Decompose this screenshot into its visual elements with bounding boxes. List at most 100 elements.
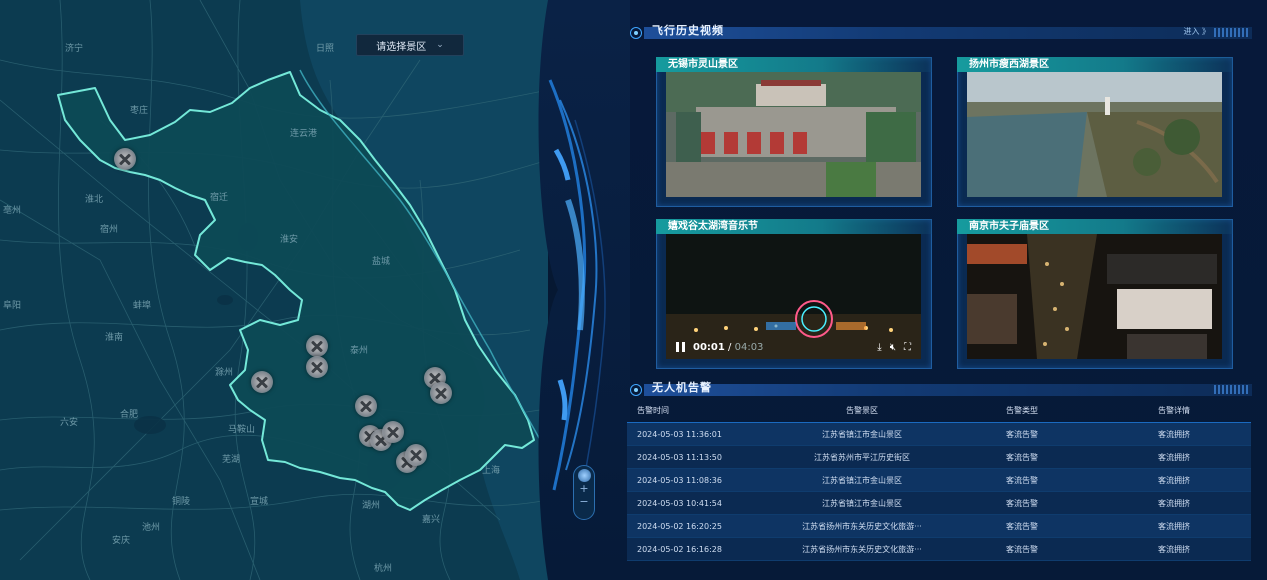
video-card-shouxihu[interactable]: 扬州市瘦西湖景区 xyxy=(957,57,1233,207)
map-city-label: 马鞍山 xyxy=(228,425,256,435)
drone-marker-icon[interactable] xyxy=(430,382,452,404)
drone-marker-icon[interactable] xyxy=(355,395,377,417)
table-row[interactable]: 2024-05-03 11:13:50 江苏省苏州市平江历史街区 客流告警 客流… xyxy=(627,446,1251,469)
column-header: 告警时间 xyxy=(637,405,669,415)
alert-time: 2024-05-03 11:36:01 xyxy=(637,429,722,439)
alert-table: 告警时间 告警景区 告警类型 告警详情 2024-05-03 11:36:01 … xyxy=(627,401,1251,561)
table-row[interactable]: 2024-05-03 10:41:54 江苏省镇江市金山景区 客流告警 客流拥挤 xyxy=(627,492,1251,515)
map-city-label: 宿迁 xyxy=(210,193,229,203)
alert-section-title: 无人机告警 xyxy=(652,381,712,394)
alert-scenic: 江苏省镇江市金山景区 xyxy=(822,429,902,439)
alert-time: 2024-05-03 10:41:54 xyxy=(637,498,722,508)
pause-icon[interactable] xyxy=(676,342,685,352)
alert-detail: 客流拥挤 xyxy=(1158,521,1190,531)
video-player[interactable]: 00:01 / 04:03 ⤓ 🔇︎ ⛶ xyxy=(666,234,921,359)
scenic-area-select[interactable]: 请选择景区 ⌄ xyxy=(356,34,464,56)
map-city-label: 滁州 xyxy=(215,368,234,378)
video-thumbnail[interactable] xyxy=(967,234,1222,359)
time-separator: / xyxy=(728,341,732,353)
table-row[interactable]: 2024-05-02 16:20:25 江苏省扬州市东关历史文化旅游··· 客流… xyxy=(627,515,1251,538)
video-thumbnail[interactable] xyxy=(666,72,921,197)
map-city-label: 连云港 xyxy=(290,129,318,139)
map-city-label: 芜湖 xyxy=(222,455,241,465)
column-header: 告警详情 xyxy=(1158,405,1190,415)
column-header: 告警景区 xyxy=(846,405,878,415)
video-section-header: 飞行历史视频 进入 》 xyxy=(630,24,1252,40)
download-icon[interactable]: ⤓ xyxy=(877,342,881,353)
alert-time: 2024-05-03 11:08:36 xyxy=(637,475,722,485)
map-city-label: 泰州 xyxy=(350,346,369,356)
map-zoom-control: + − xyxy=(573,465,595,520)
video-card-title: 嬉戏谷太湖湾音乐节 xyxy=(656,219,932,234)
zoom-out-button[interactable]: − xyxy=(579,495,588,508)
alert-detail: 客流拥挤 xyxy=(1158,544,1190,554)
zoom-in-button[interactable]: + xyxy=(579,482,588,495)
alert-detail: 客流拥挤 xyxy=(1158,452,1190,462)
video-card-title: 南京市夫子庙景区 xyxy=(957,219,1233,234)
map-city-label: 池州 xyxy=(142,523,161,533)
stripes-decoration xyxy=(1214,28,1248,37)
drone-marker-icon[interactable] xyxy=(382,421,404,443)
table-row[interactable]: 2024-05-03 11:08:36 江苏省镇江市金山景区 客流告警 客流拥挤 xyxy=(627,469,1251,492)
alert-section-header: 无人机告警 xyxy=(630,381,1252,397)
video-card-title: 无锡市灵山景区 xyxy=(656,57,932,72)
map-city-label: 六安 xyxy=(60,418,79,428)
globe-icon[interactable] xyxy=(577,469,591,482)
scenic-select-label: 请选择景区 xyxy=(376,41,427,53)
video-section-title: 飞行历史视频 xyxy=(652,24,724,37)
video-thumbnail[interactable] xyxy=(967,72,1222,197)
section-dot-icon xyxy=(630,27,642,39)
map-canvas xyxy=(0,0,548,580)
drone-marker-icon[interactable] xyxy=(251,371,273,393)
table-header: 告警时间 告警景区 告警类型 告警详情 xyxy=(627,401,1251,419)
alert-type: 客流告警 xyxy=(1006,429,1038,439)
alert-detail: 客流拥挤 xyxy=(1158,429,1190,439)
map-view[interactable]: 济宁 日照 枣庄 连云港 宿迁 淮北 亳州 宿州 淮安 盐城 阜阳 蚌埠 淮南 泰州 滁州 合肥 六安 马鞍山 上海… xyxy=(0,0,548,580)
current-time: 00:01 xyxy=(693,341,725,353)
column-header: 告警类型 xyxy=(1006,405,1038,415)
alert-time: 2024-05-02 16:16:28 xyxy=(637,544,722,554)
section-dot-icon xyxy=(630,384,642,396)
video-more-link[interactable]: 进入 》 xyxy=(1183,26,1210,37)
map-city-label: 济宁 xyxy=(65,44,84,54)
video-card-fuzimiao[interactable]: 南京市夫子庙景区 xyxy=(957,219,1233,369)
map-city-label: 铜陵 xyxy=(172,497,191,507)
map-city-label: 淮南 xyxy=(105,333,124,343)
alert-time: 2024-05-02 16:20:25 xyxy=(637,521,722,531)
alert-type: 客流告警 xyxy=(1006,475,1038,485)
duration: 04:03 xyxy=(734,341,764,353)
video-controls: 00:01 / 04:03 ⤓ 🔇︎ ⛶ xyxy=(666,335,921,359)
alert-scenic: 江苏省镇江市金山景区 xyxy=(822,498,902,508)
map-city-label: 淮安 xyxy=(280,235,299,245)
map-city-label: 宿州 xyxy=(100,225,119,235)
mute-icon[interactable]: 🔇︎ xyxy=(890,342,896,353)
drone-marker-icon[interactable] xyxy=(306,356,328,378)
map-city-label: 嘉兴 xyxy=(422,515,441,525)
drone-marker-icon[interactable] xyxy=(114,148,136,170)
map-city-label: 杭州 xyxy=(374,564,393,574)
alert-type: 客流告警 xyxy=(1006,521,1038,531)
map-city-label: 日照 xyxy=(316,44,335,54)
map-city-label: 宣城 xyxy=(250,497,269,507)
map-city-label: 湖州 xyxy=(362,501,381,511)
map-city-label: 阜阳 xyxy=(3,301,22,311)
map-city-label: 上海 xyxy=(482,466,501,476)
alert-detail: 客流拥挤 xyxy=(1158,498,1190,508)
map-city-label: 合肥 xyxy=(120,410,139,420)
alert-type: 客流告警 xyxy=(1006,498,1038,508)
alert-time: 2024-05-03 11:13:50 xyxy=(637,452,722,462)
map-city-label: 蚌埠 xyxy=(133,301,152,311)
drone-marker-icon[interactable] xyxy=(405,444,427,466)
map-city-label: 盐城 xyxy=(372,257,391,267)
alert-scenic: 江苏省镇江市金山景区 xyxy=(822,475,902,485)
alert-type: 客流告警 xyxy=(1006,452,1038,462)
drone-marker-icon[interactable] xyxy=(306,335,328,357)
alert-scenic: 江苏省苏州市平江历史街区 xyxy=(814,452,910,462)
video-card-lingshan[interactable]: 无锡市灵山景区 xyxy=(656,57,932,207)
video-card-title: 扬州市瘦西湖景区 xyxy=(957,57,1233,72)
fullscreen-icon[interactable]: ⛶ xyxy=(904,342,911,353)
video-card-music-festival[interactable]: 嬉戏谷太湖湾音乐节 00:01 / 04:03 ⤓ 🔇︎ ⛶ xyxy=(656,219,932,369)
table-row[interactable]: 2024-05-02 16:16:28 江苏省扬州市东关历史文化旅游··· 客流… xyxy=(627,538,1251,561)
table-row[interactable]: 2024-05-03 11:36:01 江苏省镇江市金山景区 客流告警 客流拥挤 xyxy=(627,422,1251,446)
stripes-decoration xyxy=(1214,385,1248,394)
